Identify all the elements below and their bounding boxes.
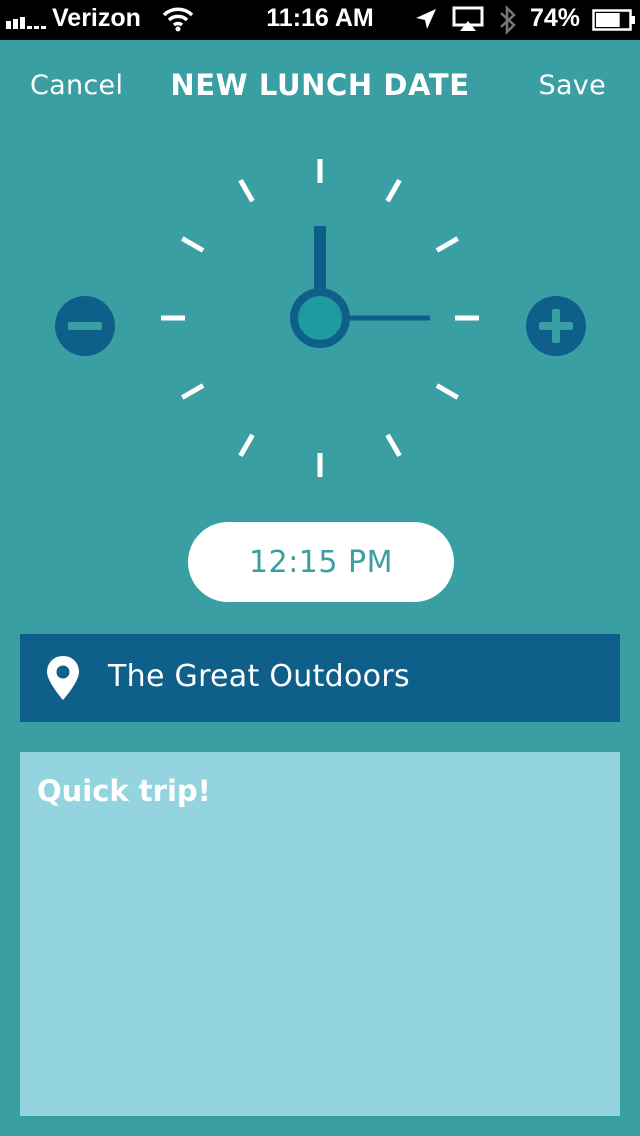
clock-tick (385, 179, 402, 203)
decrease-time-button[interactable] (55, 296, 115, 356)
selected-time-display[interactable]: 12:15 PM (188, 522, 454, 602)
wifi-icon (162, 7, 194, 32)
airplay-icon (452, 6, 484, 31)
clock-tick (181, 236, 205, 253)
clock-tick (385, 433, 402, 457)
notes-text: Quick trip! (37, 774, 211, 808)
notes-textarea[interactable]: Quick trip! (20, 752, 620, 1116)
status-bar: Verizon 11:16 AM 74% (0, 0, 640, 40)
battery-percentage: 74% (530, 4, 581, 32)
navigation-bar: Cancel NEW LUNCH DATE Save (0, 40, 640, 132)
clock-dial[interactable] (150, 148, 490, 488)
location-arrow-icon (416, 9, 436, 29)
clock-tick (435, 383, 459, 400)
increase-time-button[interactable] (526, 296, 586, 356)
battery-icon (592, 9, 635, 31)
location-name: The Great Outdoors (108, 659, 410, 694)
cancel-button[interactable]: Cancel (30, 70, 123, 101)
location-field[interactable]: The Great Outdoors (20, 634, 620, 722)
clock-tick (238, 179, 255, 203)
clock-tick (238, 433, 255, 457)
map-pin-icon (47, 656, 79, 700)
save-button[interactable]: Save (539, 70, 606, 101)
bluetooth-icon (500, 5, 516, 35)
clock-tick (181, 383, 205, 400)
clock-center (290, 288, 350, 348)
signal-icon (6, 17, 46, 29)
clock-tick (435, 236, 459, 253)
carrier-name: Verizon (52, 4, 141, 32)
